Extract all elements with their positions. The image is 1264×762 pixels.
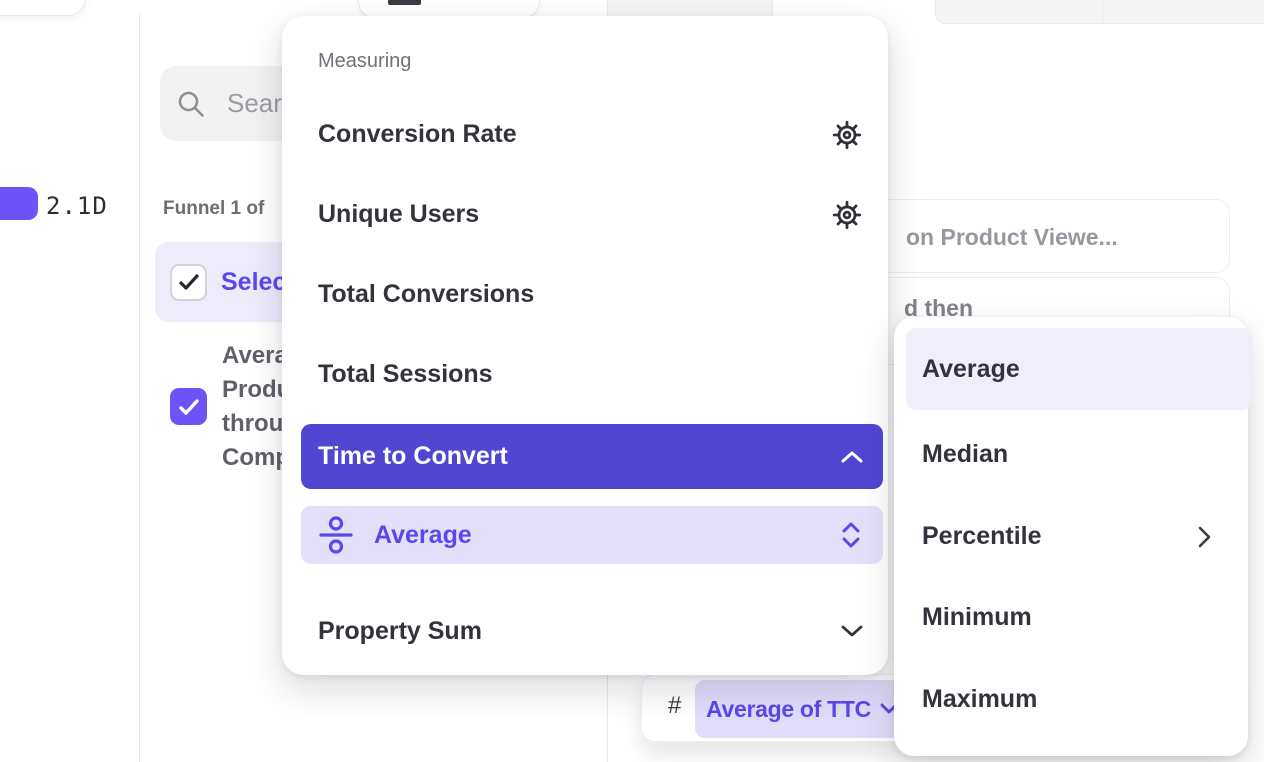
- metric-type-symbol[interactable]: #: [668, 692, 681, 720]
- chevron-down-icon: [841, 624, 863, 638]
- gear-icon[interactable]: [832, 200, 862, 230]
- chevron-up-icon: [841, 450, 863, 464]
- checkmark-icon: [178, 398, 200, 416]
- menu-item-unique-users[interactable]: Unique Users: [318, 200, 479, 229]
- submenu-item-minimum[interactable]: Minimum: [922, 603, 1032, 632]
- toolbar-tab-c[interactable]: [1102, 0, 1264, 24]
- metric-aggregation-label: Average of TTC: [706, 696, 871, 723]
- checkmark-icon: [178, 273, 200, 291]
- menu-subitem-average[interactable]: Average: [301, 506, 883, 564]
- average-divide-icon: [318, 515, 354, 555]
- aggregation-submenu: Average Median Percentile Minimum Maximu…: [894, 317, 1248, 756]
- measuring-menu: Measuring Conversion Rate Unique Users T…: [282, 16, 888, 675]
- gear-icon[interactable]: [832, 120, 862, 150]
- search-icon: [176, 89, 206, 119]
- step-duration-label: 2.1D: [46, 192, 108, 220]
- submenu-item-median[interactable]: Median: [922, 440, 1008, 469]
- funnel-step-color-chip: [0, 187, 38, 220]
- menu-item-property-sum[interactable]: Property Sum: [301, 601, 883, 661]
- toolbar-tab-b[interactable]: [935, 0, 1103, 24]
- select-all-checkbox[interactable]: [170, 264, 207, 301]
- submenu-item-maximum[interactable]: Maximum: [922, 685, 1037, 714]
- event-step-label[interactable]: on Product Viewe...: [906, 224, 1118, 251]
- select-updown-icon: [841, 520, 861, 550]
- chevron-right-icon: [1197, 526, 1211, 548]
- funnel-builder-screen: on Product Viewe... d then # Average of …: [0, 0, 1264, 762]
- measuring-menu-header: Measuring: [318, 50, 411, 73]
- metric-description-checkbox[interactable]: [170, 388, 207, 425]
- top-left-card: [0, 0, 86, 16]
- submenu-item-percentile[interactable]: Percentile: [922, 522, 1042, 551]
- menu-item-total-conversions[interactable]: Total Conversions: [318, 280, 534, 309]
- panel-divider-left: [139, 14, 140, 762]
- funnel-counter-label: Funnel 1 of: [163, 198, 264, 220]
- menu-item-conversion-rate[interactable]: Conversion Rate: [318, 120, 517, 149]
- toolbar-button-icon: [388, 0, 421, 5]
- menu-item-total-sessions[interactable]: Total Sessions: [318, 360, 493, 389]
- menu-item-time-to-convert[interactable]: Time to Convert: [301, 424, 883, 489]
- submenu-item-average[interactable]: Average: [906, 328, 1252, 410]
